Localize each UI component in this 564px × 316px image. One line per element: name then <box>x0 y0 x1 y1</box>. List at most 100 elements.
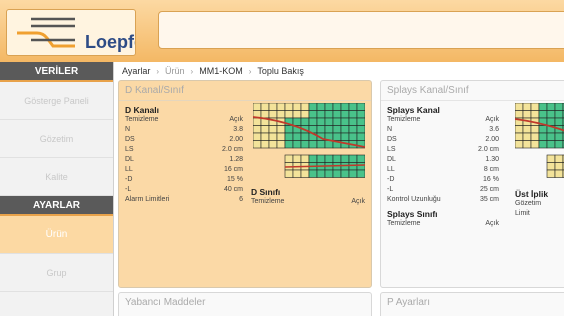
sidebar-item-group[interactable]: Grup <box>0 254 113 292</box>
matrix-cell <box>324 117 334 126</box>
matrix-cell <box>300 169 310 178</box>
matrix-cell <box>340 169 350 178</box>
param-value: 16 cm <box>223 166 243 173</box>
breadcrumb-item-settings[interactable]: Ayarlar <box>122 66 150 76</box>
matrix-cell <box>546 162 556 171</box>
sidebar-item-dashboard[interactable]: Gösterge Paneli <box>0 82 113 120</box>
sidebar-item-product[interactable]: Ürün <box>0 216 113 254</box>
matrix-cell <box>316 117 326 126</box>
matrix-cell <box>340 117 350 126</box>
matrix-cell <box>554 140 564 149</box>
matrix-cell <box>316 110 326 119</box>
matrix-cell <box>554 110 564 119</box>
matrix-cell <box>340 103 350 111</box>
section-title: Üst İplik <box>515 189 549 199</box>
matrix-cell <box>332 103 342 111</box>
param-value: 25 cm <box>479 186 499 193</box>
param-value: 40 cm <box>223 186 243 193</box>
breadcrumb: Ayarlar › Ürün › MM1-KOM › Toplu Bakış <box>122 64 304 78</box>
matrix-cell <box>284 132 294 141</box>
matrix-cell <box>356 132 365 141</box>
logo[interactable]: Loepfe <box>6 9 136 56</box>
matrix-cell <box>284 103 294 111</box>
p-settings-panel[interactable]: P Ayarları <box>380 292 564 316</box>
param-row: LL 16 cm <box>125 165 243 175</box>
matrix-cell <box>554 103 564 111</box>
matrix-cell <box>316 125 326 134</box>
sidebar-section-ayarlar: AYARLAR <box>0 196 113 216</box>
param-value: 6 <box>239 196 243 203</box>
param-value: 2.00 <box>485 136 499 143</box>
matrix-cell <box>554 117 564 126</box>
matrix-cell <box>292 117 302 126</box>
matrix-cell <box>515 103 524 111</box>
param-row: -L 40 cm <box>125 185 243 195</box>
matrix-cell <box>530 110 540 119</box>
matrix-cell <box>308 110 318 119</box>
sidebar-item-quality[interactable]: Kalite <box>0 158 113 196</box>
param-row: DS 2.00 <box>125 135 243 145</box>
matrix-cell <box>546 110 556 119</box>
matrix-cell <box>332 125 342 134</box>
matrix-cell <box>348 132 358 141</box>
param-label: DS <box>125 136 135 143</box>
matrix-cell <box>538 125 548 134</box>
param-row: Temizleme Açık <box>387 115 499 125</box>
header-bar-field[interactable] <box>158 11 564 49</box>
matrix-cell <box>546 117 556 126</box>
param-value: 2.0 cm <box>477 146 499 153</box>
matrix-cell <box>522 125 532 134</box>
matrix-cell <box>284 169 294 178</box>
matrix-cell <box>316 169 326 178</box>
matrix-cell <box>276 103 286 111</box>
breadcrumb-item-machine[interactable]: MM1-KOM <box>199 66 243 76</box>
matrix-cell <box>538 103 548 111</box>
param-list: Temizleme Açık N 3.6 DS 2.00 LS 2.0 cm DL 1.30 LL 8… <box>387 115 499 205</box>
matrix-cell <box>292 103 302 111</box>
sidebar-item-monitoring[interactable]: Gözetim <box>0 120 113 158</box>
param-value: 1.30 <box>485 156 499 163</box>
sidebar: VERİLER Gösterge Paneli Gözetim Kalite A… <box>0 62 114 316</box>
matrix-cell <box>316 140 326 149</box>
param-label: LL <box>125 166 133 173</box>
matrix-cell <box>300 110 310 119</box>
matrix-cell <box>340 132 350 141</box>
param-row: LL 8 cm <box>387 165 499 175</box>
section-title: Splays Sınıfı <box>387 209 438 219</box>
splice-channel-panel[interactable]: Splays Kanal/Sınıf Splays Kanal Temizlem… <box>380 80 564 288</box>
param-label: Alarm Limitleri <box>125 196 170 203</box>
param-row: LS 2.0 cm <box>387 145 499 155</box>
d-channel-panel[interactable]: D Kanal/Sınıf D Kanalı Temizleme Açık N 3.8… <box>118 80 372 288</box>
foreign-matter-panel[interactable]: Yabancı Maddeler <box>118 292 372 316</box>
matrix-cell <box>530 140 540 149</box>
sidebar-section-veriler: VERİLER <box>0 62 113 82</box>
matrix-cell <box>348 125 358 134</box>
matrix-cell <box>260 132 270 141</box>
param-row: Gözetim <box>515 200 542 207</box>
matrix-cell <box>300 132 310 141</box>
param-value: Açık <box>485 116 499 123</box>
param-row: Temizleme Açık <box>251 198 365 205</box>
chevron-right-icon: › <box>190 66 194 76</box>
matrix-cell <box>546 140 556 149</box>
param-row: DL 1.30 <box>387 155 499 165</box>
param-label: Temizleme <box>125 116 159 123</box>
matrix-cell <box>340 110 350 119</box>
matrix-cell <box>284 110 294 119</box>
matrix-cell <box>253 117 262 126</box>
param-row: Kontrol Uzunluğu 35 cm <box>387 195 499 205</box>
param-row: Alarm Limitleri 6 <box>125 195 243 205</box>
matrix-cell <box>260 125 270 134</box>
matrix-cell <box>324 103 334 111</box>
param-row: -D 15 % <box>125 175 243 185</box>
matrix-cell <box>546 132 556 141</box>
matrix-cell <box>348 162 358 171</box>
matrix-cell <box>300 103 310 111</box>
matrix-cell <box>284 154 294 163</box>
matrix-cell <box>316 154 326 163</box>
breadcrumb-item-product[interactable]: Ürün <box>165 66 185 76</box>
param-label: -L <box>125 186 132 193</box>
param-value: 16 % <box>483 176 499 183</box>
param-row: LS 2.0 cm <box>125 145 243 155</box>
matrix-cell <box>332 110 342 119</box>
